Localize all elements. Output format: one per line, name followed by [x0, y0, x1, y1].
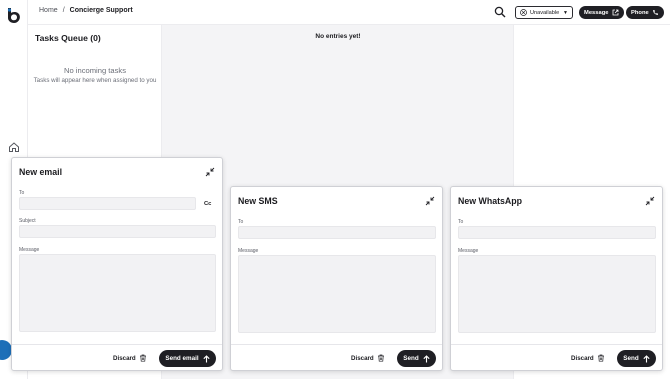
- message-textarea[interactable]: [458, 255, 656, 333]
- message-label: Message: [584, 9, 609, 16]
- collapse-icon[interactable]: [645, 196, 655, 206]
- trash-icon: [377, 354, 384, 362]
- cc-button[interactable]: Cc: [204, 201, 211, 207]
- send-label: Send email: [165, 355, 199, 362]
- to-label: To: [238, 219, 244, 225]
- send-sms-button[interactable]: Send: [397, 350, 436, 367]
- message-textarea[interactable]: [238, 255, 436, 333]
- send-email-button[interactable]: Send email: [159, 350, 216, 367]
- discard-button[interactable]: Discard: [113, 354, 147, 362]
- arrow-up-icon: [643, 354, 650, 362]
- external-link-icon: [612, 9, 618, 16]
- phone-label: Phone: [631, 9, 649, 16]
- logo-icon[interactable]: [6, 7, 22, 24]
- subject-input[interactable]: [19, 225, 216, 238]
- message-textarea[interactable]: [19, 254, 216, 332]
- discard-button[interactable]: Discard: [351, 354, 385, 362]
- composer-title: New SMS: [238, 196, 278, 206]
- arrow-up-icon: [203, 354, 210, 362]
- message-label: Message: [238, 248, 259, 254]
- phone-icon: [652, 10, 658, 15]
- breadcrumb-current: Concierge Support: [69, 7, 133, 14]
- availability-label: Unavailable: [530, 9, 560, 16]
- to-input[interactable]: [458, 226, 656, 239]
- composer-title: New email: [19, 167, 63, 177]
- subject-label: Subject: [19, 218, 36, 224]
- circle-x-icon: [520, 9, 527, 16]
- queue-title: Tasks Queue (0): [35, 33, 101, 43]
- composer-footer: Discard Send email: [12, 344, 222, 371]
- discard-label: Discard: [351, 354, 374, 362]
- to-label: To: [19, 190, 25, 196]
- availability-select[interactable]: Unavailable ▼: [515, 6, 573, 19]
- arrow-up-icon: [423, 354, 430, 362]
- collapse-icon[interactable]: [205, 167, 215, 177]
- to-input[interactable]: [238, 226, 436, 239]
- chevron-down-icon: ▼: [563, 9, 568, 16]
- composer-title: New WhatsApp: [458, 196, 523, 206]
- trash-icon: [597, 354, 604, 362]
- queue-empty-title: No incoming tasks: [63, 66, 127, 75]
- empty-state-text: No entries yet!: [315, 33, 361, 40]
- message-button[interactable]: Message: [579, 6, 624, 19]
- trash-icon: [139, 354, 146, 362]
- phone-button[interactable]: Phone: [626, 6, 664, 19]
- send-whatsapp-button[interactable]: Send: [617, 350, 656, 367]
- send-label: Send: [403, 355, 419, 362]
- composer-footer: Discard Send: [451, 344, 662, 371]
- breadcrumb-home[interactable]: Home: [39, 7, 58, 14]
- to-label: To: [458, 219, 464, 225]
- composer-footer: Discard Send: [231, 344, 442, 371]
- top-bar: Home / Concierge Support Unavailable ▼ Mes…: [28, 0, 670, 25]
- search-icon[interactable]: [494, 6, 506, 18]
- message-label: Message: [458, 248, 479, 254]
- message-label: Message: [19, 247, 40, 253]
- to-input[interactable]: [19, 197, 196, 210]
- discard-button[interactable]: Discard: [571, 354, 605, 362]
- send-label: Send: [623, 355, 639, 362]
- discard-label: Discard: [571, 354, 594, 362]
- discard-label: Discard: [113, 354, 136, 362]
- queue-empty-subtitle: Tasks will appear here when assigned to …: [33, 77, 157, 84]
- breadcrumb-separator: /: [62, 7, 65, 14]
- collapse-icon[interactable]: [425, 196, 435, 206]
- new-whatsapp-composer: New WhatsApp To Message Discard Send: [450, 186, 663, 371]
- breadcrumb: Home / Concierge Support: [39, 7, 133, 14]
- new-sms-composer: New SMS To Message Discard Send: [230, 186, 443, 371]
- home-icon[interactable]: [8, 141, 20, 153]
- new-email-composer: New email To Cc Subject Message Discard …: [11, 157, 223, 371]
